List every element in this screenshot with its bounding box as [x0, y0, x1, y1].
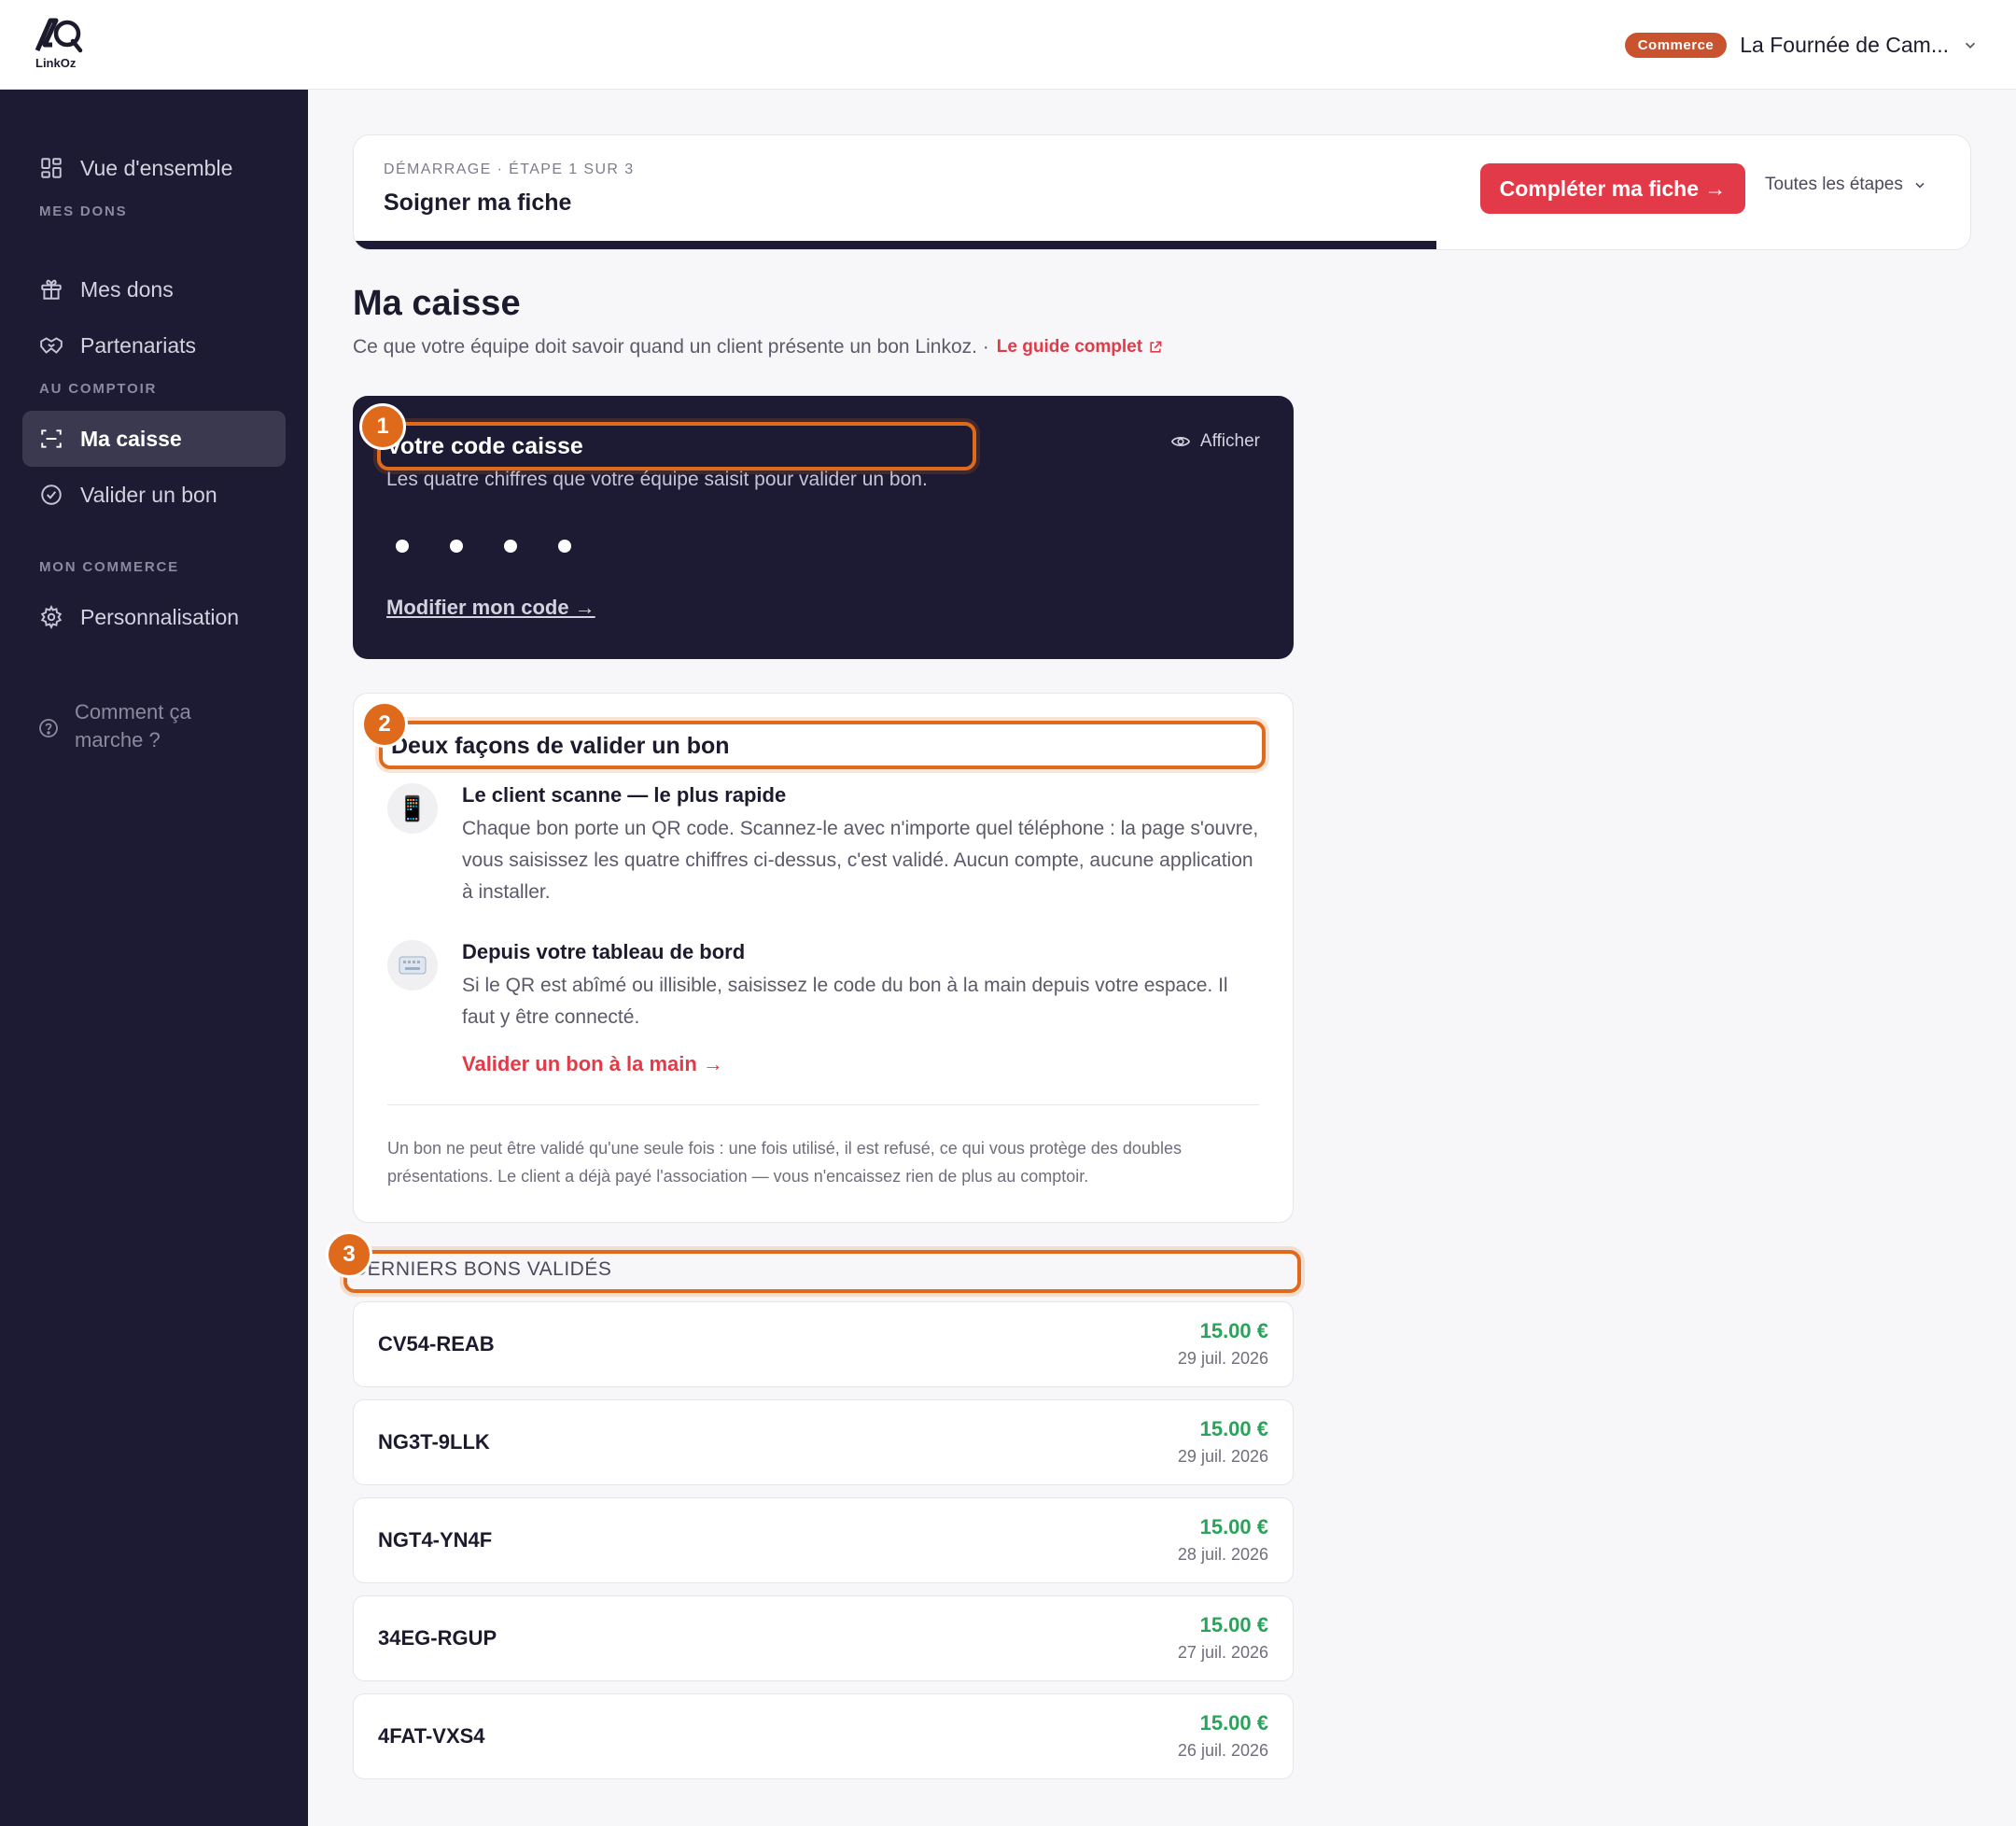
voucher-date: 29 juil. 2026: [1177, 1447, 1268, 1466]
sidebar-item-mes-dons[interactable]: Mes dons: [22, 261, 286, 317]
ways-note: Un bon ne peut être validé qu'une seule …: [387, 1139, 1182, 1186]
merchant-name: La Fournée de Cam...: [1740, 32, 1949, 57]
sidebar-item-label: Mes dons: [80, 276, 174, 302]
complete-profile-button[interactable]: Compléter ma fiche →: [1480, 163, 1745, 214]
tutorial-marker-1: 1: [359, 403, 406, 450]
way-title: Depuis votre tableau de bord: [462, 940, 746, 963]
tutorial-highlight-1: [377, 422, 976, 471]
page-subtitle: Ce que votre équipe doit savoir quand un…: [353, 336, 1163, 358]
tutorial-marker-2: 2: [361, 701, 408, 748]
merchant-switcher[interactable]: Commerce La Fournée de Cam...: [1624, 28, 1979, 62]
code-digit-dot: [558, 540, 571, 553]
voucher-amount: 15.00 €: [1199, 1711, 1268, 1735]
voucher-amount: 15.00 €: [1199, 1613, 1268, 1636]
gift-icon: [41, 279, 62, 300]
voucher-date: 26 juil. 2026: [1177, 1741, 1268, 1760]
show-code-label: Afficher: [1199, 431, 1260, 451]
voucher-date: 29 juil. 2026: [1177, 1349, 1268, 1368]
gear-icon: [40, 605, 63, 629]
chevron-down-icon: [1915, 182, 1925, 189]
voucher-code: NGT4-YN4F: [378, 1528, 493, 1552]
sidebar-section-comptoir: AU COMPTOIR: [39, 381, 158, 397]
scan-icon: [41, 429, 62, 448]
way-scan: 📱 Le client scanne — le plus rapide Chaq…: [387, 783, 1265, 914]
voucher-code: NG3T-9LLK: [378, 1430, 490, 1454]
way-dashboard: Depuis votre tableau de bord Si le QR es…: [387, 940, 1265, 1080]
help-text-line2: marche ?: [75, 728, 161, 751]
voucher-code: CV54-REAB: [378, 1332, 495, 1355]
guide-link-label: Le guide complet: [996, 337, 1143, 357]
sidebar-item-label: Valider un bon: [80, 482, 217, 507]
sidebar-item-overview[interactable]: Vue d'ensemble: [22, 140, 286, 196]
onboarding-step: DÉMARRAGE · ÉTAPE 1 SUR 3: [384, 162, 635, 177]
sidebar-item-personnalisation[interactable]: Personnalisation: [22, 589, 286, 645]
voucher-row[interactable]: CV54-REAB 15.00 € 29 juil. 2026: [353, 1301, 1294, 1387]
voucher-row[interactable]: NGT4-YN4F 15.00 € 28 juil. 2026: [353, 1497, 1294, 1583]
help-link[interactable]: Comment ça marche ?: [37, 698, 191, 754]
way-title: Le client scanne — le plus rapide: [462, 783, 787, 807]
code-card-desc: Les quatre chiffres que votre équipe sai…: [386, 469, 928, 490]
onboarding-title: Soigner ma fiche: [384, 190, 572, 216]
divider: [387, 1104, 1259, 1105]
logo-text: LinkOz: [35, 56, 77, 70]
logo-mark-icon: [35, 18, 83, 53]
eye-icon: [1170, 437, 1191, 446]
help-text-line1: Comment ça: [75, 700, 191, 723]
code-digit-dot: [450, 540, 463, 553]
page-subtitle-text: Ce que votre équipe doit savoir quand un…: [353, 336, 989, 358]
voucher-amount: 15.00 €: [1199, 1515, 1268, 1538]
keyboard-icon: [387, 940, 438, 990]
tutorial-highlight-2: [379, 721, 1266, 769]
voucher-row[interactable]: NG3T-9LLK 15.00 € 29 juil. 2026: [353, 1399, 1294, 1485]
voucher-row[interactable]: 4FAT-VXS4 15.00 € 26 juil. 2026: [353, 1693, 1294, 1779]
sidebar-item-label: Partenariats: [80, 332, 197, 358]
check-circle-icon: [41, 485, 62, 505]
sidebar-section-dons: MES DONS: [39, 204, 128, 219]
way-desc: Si le QR est abîmé ou illisible, saisiss…: [462, 975, 1228, 1028]
voucher-amount: 15.00 €: [1199, 1417, 1268, 1440]
all-steps-dropdown[interactable]: Toutes les étapes: [1765, 175, 1927, 195]
sidebar-item-ma-caisse[interactable]: Ma caisse: [22, 411, 286, 467]
phone-icon: 📱: [387, 783, 438, 834]
ways-card: Deux façons de valider un bon 📱 Le clien…: [353, 693, 1294, 1223]
modify-code-link[interactable]: Modifier mon code →: [386, 596, 595, 620]
sidebar: Vue d'ensemble MES DONS Mes dons Partena…: [0, 90, 308, 1826]
voucher-date: 27 juil. 2026: [1177, 1643, 1268, 1662]
code-digit-dot: [504, 540, 517, 553]
voucher-row[interactable]: 34EG-RGUP 15.00 € 27 juil. 2026: [353, 1595, 1294, 1681]
voucher-code: 4FAT-VXS4: [378, 1724, 485, 1748]
chevron-down-icon: [1965, 42, 1976, 49]
code-digit-dot: [396, 540, 409, 553]
show-code-button[interactable]: Afficher: [1170, 431, 1260, 452]
all-steps-label: Toutes les étapes: [1765, 175, 1903, 194]
merchant-type-badge: Commerce: [1624, 32, 1728, 58]
top-bar: LinkOz Commerce La Fournée de Cam...: [0, 0, 2016, 90]
tutorial-marker-3: 3: [326, 1231, 372, 1278]
sidebar-item-valider-bon[interactable]: Valider un bon: [22, 467, 286, 523]
manual-validate-link[interactable]: Valider un bon à la main →: [462, 1052, 723, 1076]
sidebar-item-label: Ma caisse: [80, 426, 182, 451]
sidebar-item-label: Vue d'ensemble: [80, 155, 233, 180]
guide-link[interactable]: Le guide complet: [997, 337, 1163, 358]
tutorial-highlight-3: [343, 1250, 1301, 1293]
help-circle-icon: [39, 719, 58, 737]
sidebar-item-partenariats[interactable]: Partenariats: [22, 317, 286, 373]
page-title: Ma caisse: [353, 284, 521, 323]
sidebar-item-label: Personnalisation: [80, 604, 240, 629]
way-desc: Chaque bon porte un QR code. Scannez-le …: [462, 818, 1259, 903]
handshake-icon: [40, 337, 63, 354]
grid-icon: [41, 158, 62, 178]
onboarding-card: DÉMARRAGE · ÉTAPE 1 SUR 3 Soigner ma fic…: [353, 134, 1971, 250]
external-link-icon: [1150, 341, 1162, 353]
progress-fill: [354, 241, 1437, 249]
onboarding-progress: [354, 241, 1970, 249]
voucher-code: 34EG-RGUP: [378, 1626, 497, 1650]
voucher-date: 28 juil. 2026: [1177, 1545, 1268, 1564]
voucher-amount: 15.00 €: [1199, 1319, 1268, 1342]
sidebar-section-commerce: MON COMMERCE: [39, 559, 179, 575]
masked-code: [396, 540, 571, 553]
linkoz-logo[interactable]: LinkOz: [32, 17, 88, 73]
